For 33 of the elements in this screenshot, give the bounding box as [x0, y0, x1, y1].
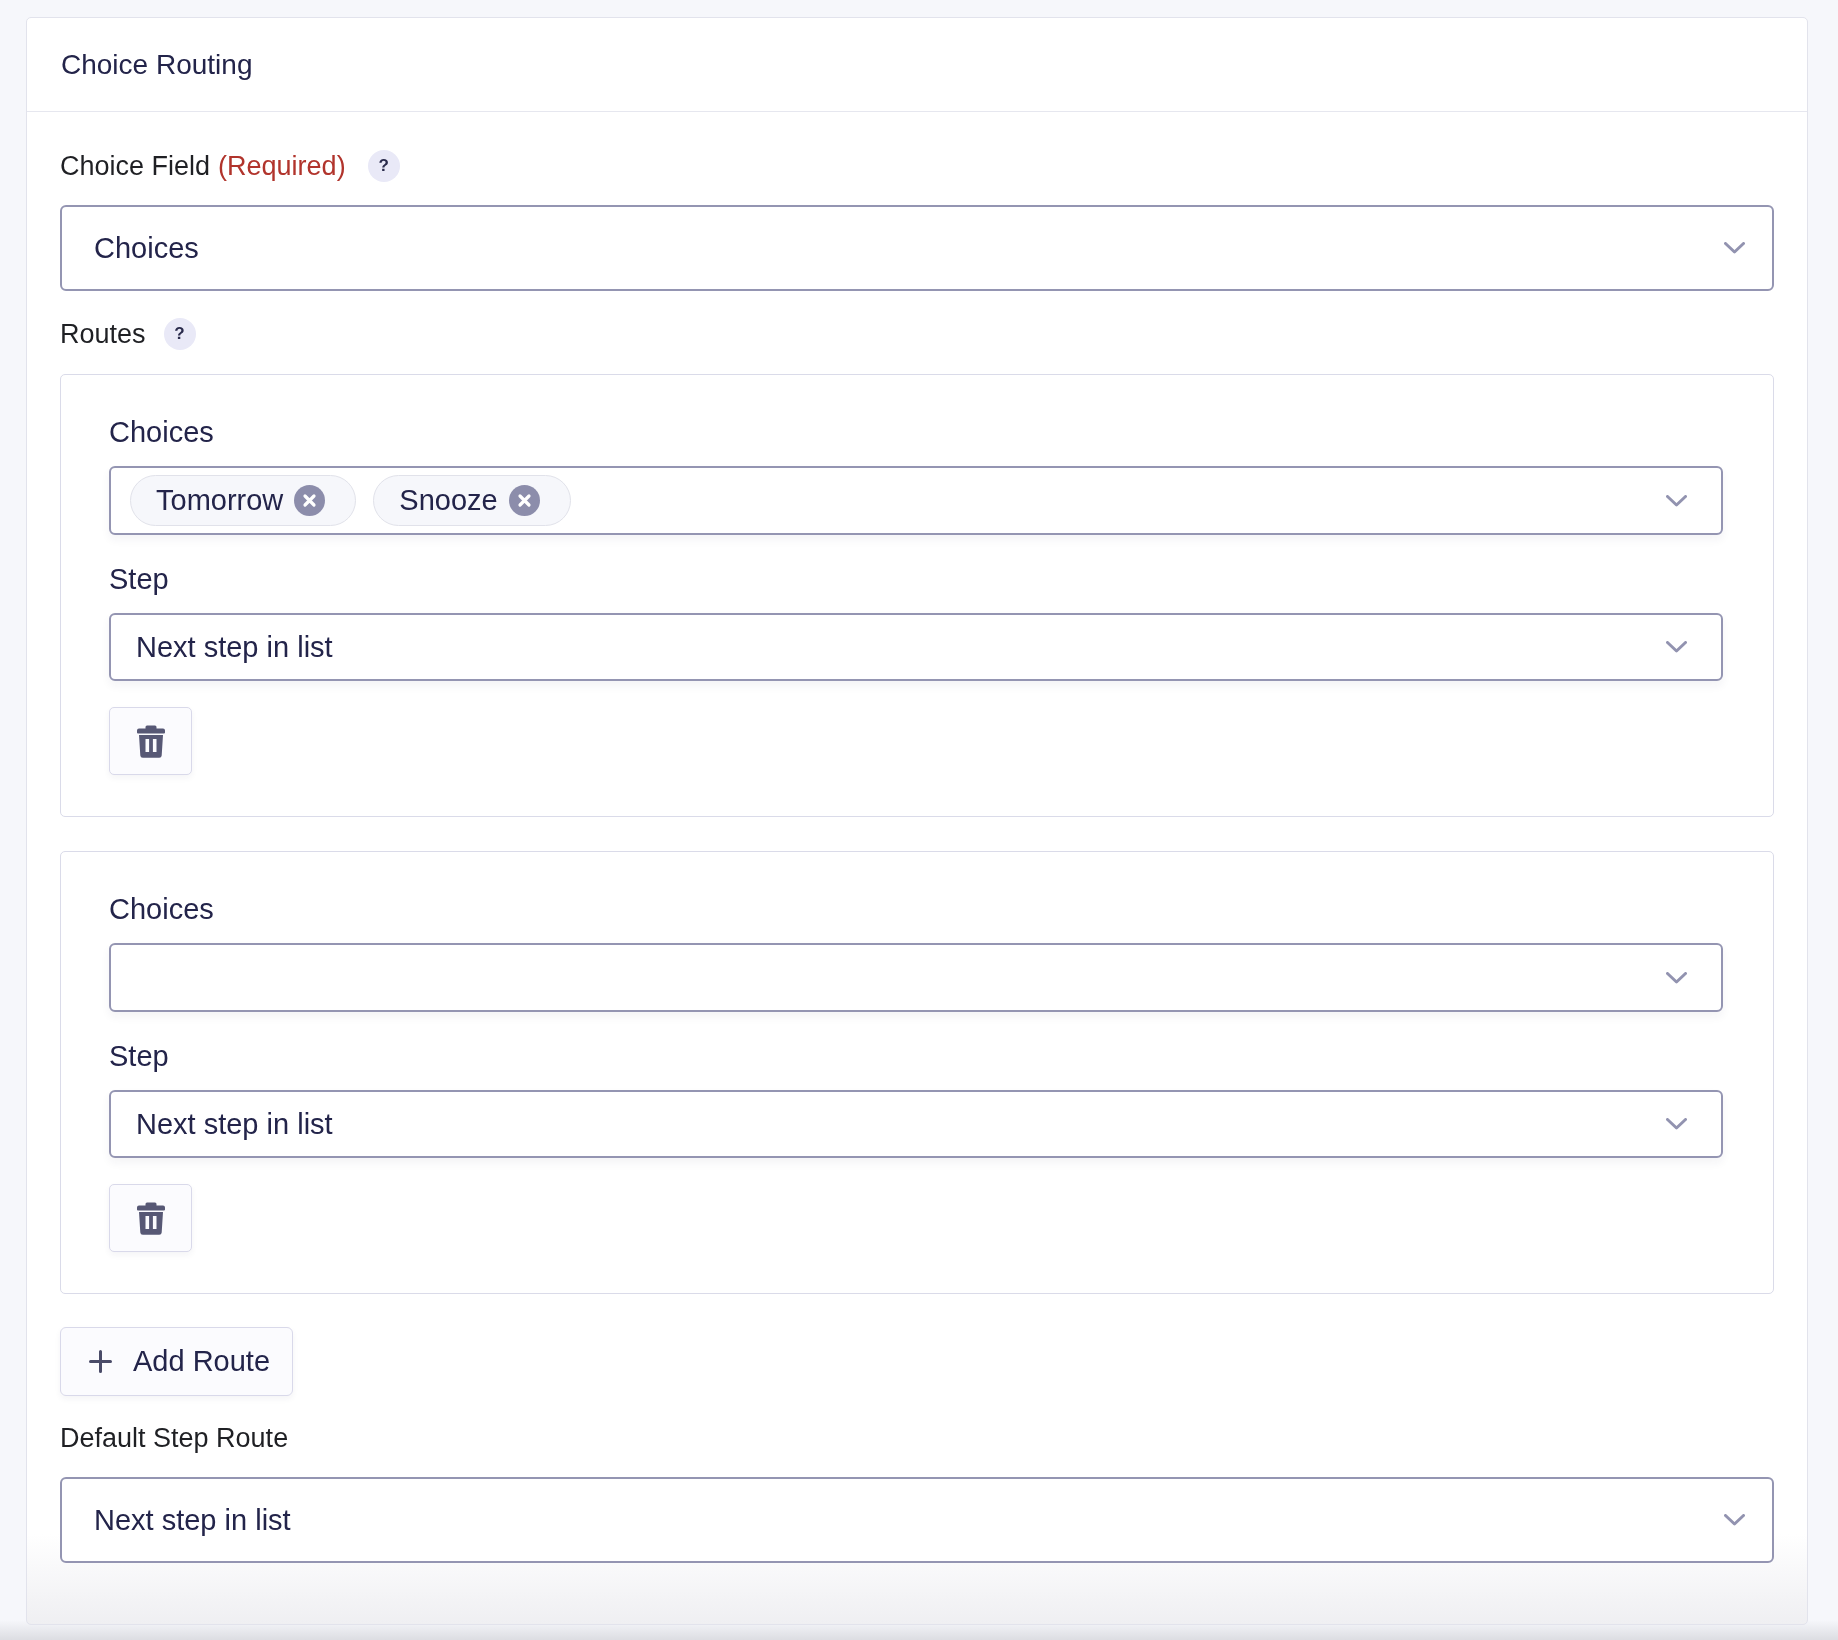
default-step-select[interactable]: Next step in list: [60, 1477, 1774, 1563]
step-label: Step: [109, 1039, 169, 1074]
chevron-down-icon: [1666, 641, 1687, 653]
remove-icon[interactable]: [294, 485, 326, 516]
chevron-down-icon: [1666, 1118, 1687, 1130]
required-note: (Required): [218, 150, 346, 183]
delete-route-button[interactable]: [109, 1184, 192, 1252]
panel-title: Choice Routing: [61, 48, 253, 81]
plus-icon: [89, 1350, 112, 1373]
tag-label: Snooze: [399, 484, 498, 517]
choices-multiselect[interactable]: [109, 943, 1723, 1012]
help-button[interactable]: ?: [163, 318, 196, 350]
choices-label: Choices: [109, 892, 214, 927]
step-select[interactable]: Next step in list: [109, 1090, 1723, 1158]
routes-label: Routes: [60, 318, 146, 351]
tag-label: Tomorrow: [156, 484, 284, 517]
default-step-route-label: Default Step Route: [60, 1422, 289, 1455]
choice-field-select[interactable]: Choices: [60, 205, 1774, 291]
chevron-down-icon: [1666, 494, 1687, 507]
trash-icon: [136, 724, 165, 758]
delete-route-button[interactable]: [109, 707, 192, 775]
remove-icon[interactable]: [508, 485, 540, 516]
chevron-down-icon: [1724, 242, 1745, 254]
field-label: Choice Field: [60, 150, 211, 183]
choices-multiselect[interactable]: Tomorrow Snooze: [109, 466, 1723, 535]
add-route-button[interactable]: Add Route: [60, 1327, 294, 1396]
step-select[interactable]: Next step in list: [109, 613, 1723, 681]
trash-icon: [136, 1201, 165, 1235]
chevron-down-icon: [1724, 1514, 1745, 1526]
choices-label: Choices: [109, 415, 214, 450]
help-button[interactable]: ?: [367, 150, 400, 182]
chevron-down-icon: [1666, 971, 1687, 984]
step-label: Step: [109, 562, 169, 597]
